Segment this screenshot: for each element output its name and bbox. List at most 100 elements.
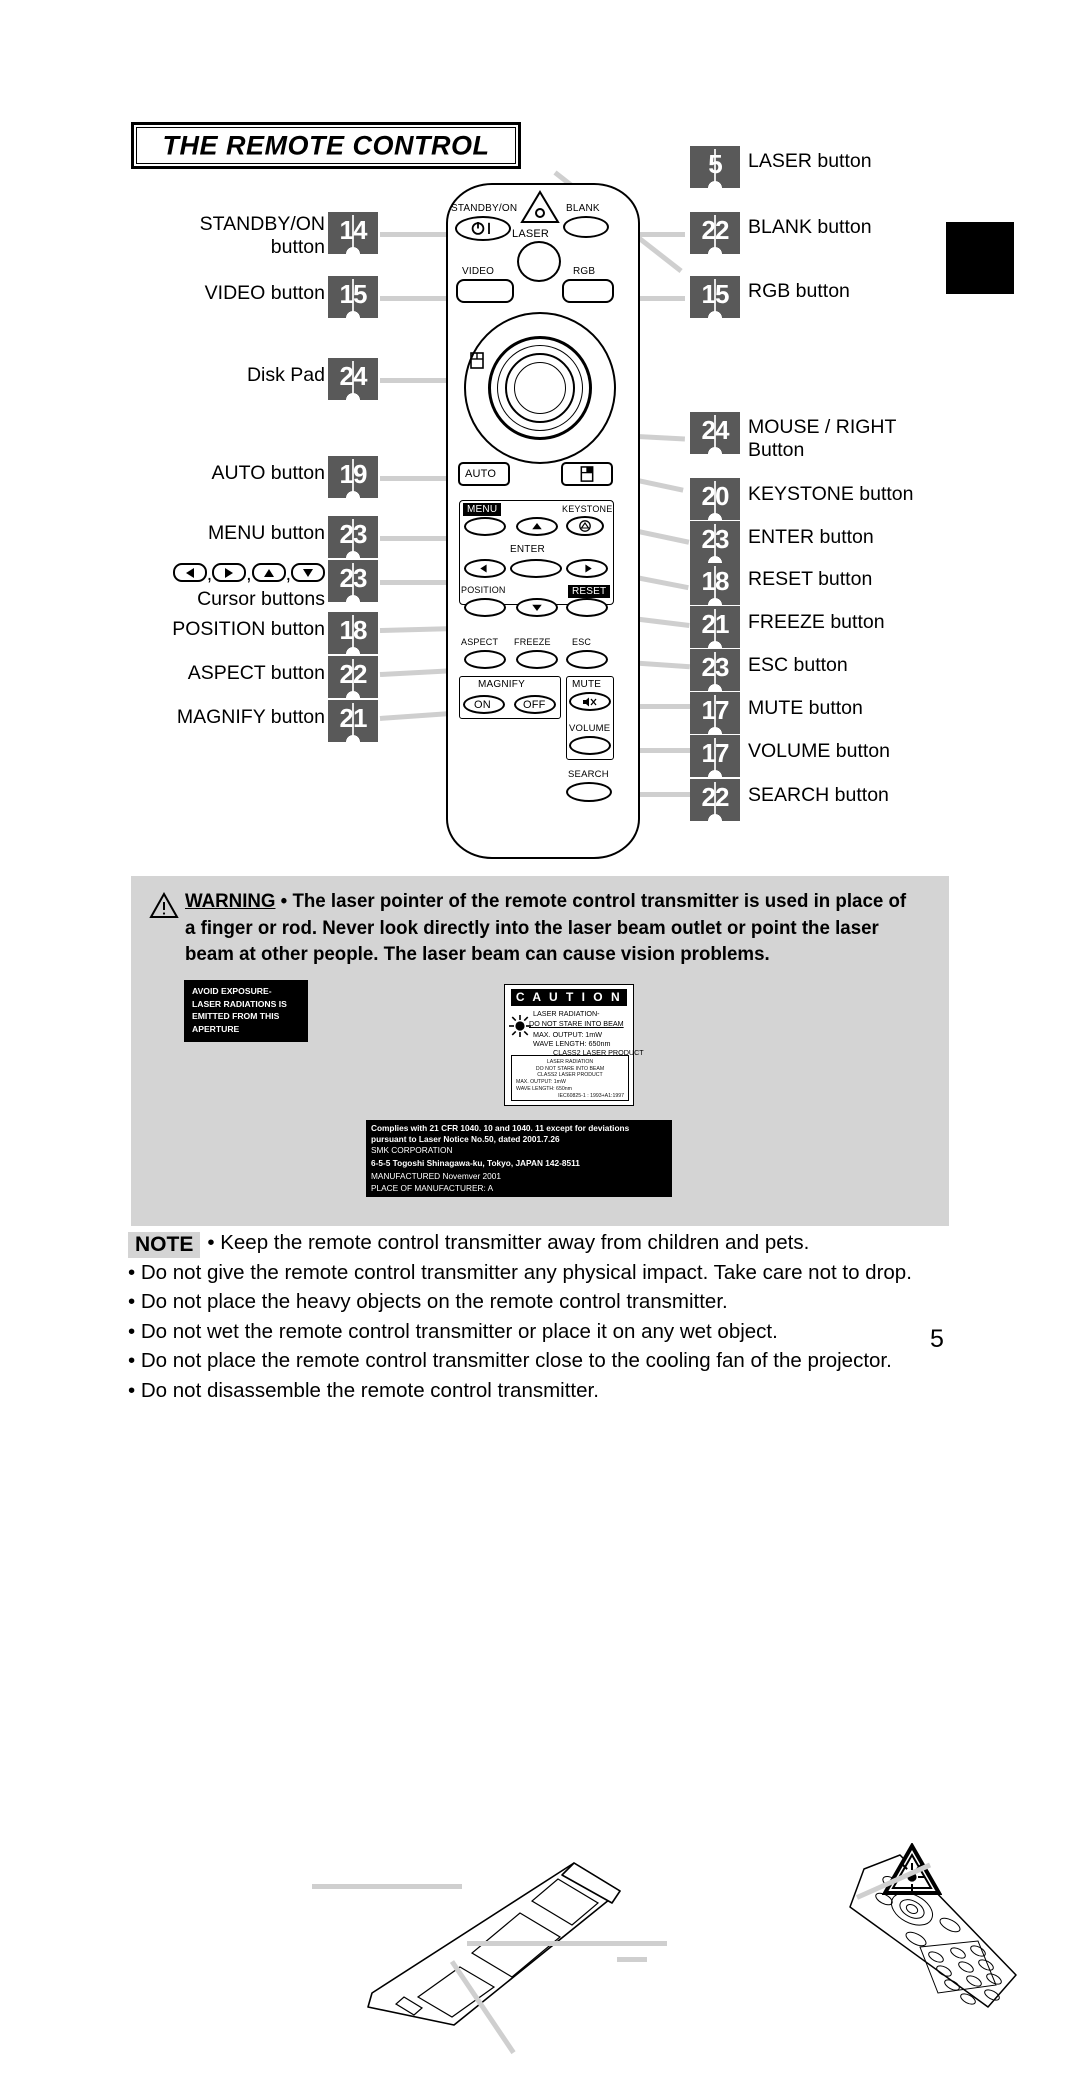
mute-speaker-icon — [583, 697, 597, 707]
caution-inner-label: LASER RADIATION DO NOT STARE INTO BEAM C… — [511, 1055, 629, 1101]
page-title: THE REMOTE CONTROL — [162, 130, 490, 160]
callout-label-reset: RESET button — [748, 568, 873, 590]
remote-button-cursor-up[interactable] — [516, 517, 558, 536]
page-badge-position[interactable]: 18 — [328, 612, 378, 654]
cursor-up-icon — [251, 563, 286, 583]
remote-button-cursor-left[interactable] — [464, 559, 506, 578]
page-badge-cursor[interactable]: 23 — [328, 560, 378, 602]
remote-button-video[interactable] — [456, 279, 514, 303]
remote-button-enter[interactable] — [510, 559, 562, 578]
laser-warning-triangle-icon — [520, 190, 560, 223]
compliance-label: Complies with 21 CFR 1040. 10 and 1040. … — [366, 1120, 672, 1197]
remote-button-cursor-down[interactable] — [516, 598, 558, 617]
remote-button-esc[interactable] — [566, 650, 608, 669]
note-badge: NOTE — [128, 1231, 201, 1258]
caution-heading: C A U T I O N — [511, 989, 627, 1006]
mouse-icon — [470, 352, 484, 369]
cursor-glyph-row: , , , — [155, 563, 325, 586]
note-item-0: • Keep the remote control transmitter aw… — [207, 1231, 810, 1254]
page-badge-magnify[interactable]: 21 — [328, 700, 378, 742]
callout-label-volume: VOLUME button — [748, 740, 890, 762]
page-badge-mute[interactable]: 17 — [690, 692, 740, 734]
remote-button-volume[interactable] — [569, 736, 611, 755]
remote-label-standby-on: STANDBY/ON — [451, 203, 518, 214]
remote-label-keystone: KEYSTONE — [562, 504, 613, 514]
remote-label-reset: RESET — [568, 585, 611, 598]
page-badge-laser[interactable]: 5 — [690, 146, 740, 188]
remote-label-blank: BLANK — [566, 203, 600, 214]
page-badge-blank[interactable]: 22 — [690, 212, 740, 254]
callout-label-position: POSITION button — [172, 618, 325, 640]
page-badge-enter[interactable]: 23 — [690, 521, 740, 563]
callout-label-standby-on: STANDBY/ON button — [199, 213, 325, 258]
caution-label: C A U T I O N LASER RADIATION- DO NOT ST… — [504, 984, 644, 1106]
inner-line-2: DO NOT STARE INTO BEAM — [535, 1065, 605, 1072]
page-title-box: THE REMOTE CONTROL — [131, 122, 521, 169]
page-badge-menu[interactable]: 23 — [328, 516, 378, 558]
caution-line-3: MAX. OUTPUT: 1mW — [533, 1030, 603, 1039]
remote-button-laser[interactable] — [517, 241, 561, 282]
page-badge-disk-pad[interactable]: 24 — [328, 358, 378, 400]
callout-label-search: SEARCH button — [748, 784, 889, 806]
inner-line-1: LASER RADIATION — [546, 1059, 594, 1065]
compliance-line-1: Complies with 21 CFR 1040. 10 and 1040. … — [371, 1123, 630, 1133]
mouse-right-icon — [580, 466, 594, 482]
compliance-line-2: pursuant to Laser Notice No.50, dated 20… — [371, 1134, 560, 1144]
remote-label-magnify-off: OFF — [523, 699, 546, 711]
callout-label-menu: MENU button — [207, 522, 325, 544]
callout-label-laser: LASER button — [748, 150, 872, 172]
figure-leader-caution-2 — [617, 1957, 647, 1962]
remote-label-rgb: RGB — [573, 266, 596, 277]
page-badge-reset[interactable]: 18 — [690, 563, 740, 605]
power-icon — [471, 222, 490, 235]
note-item-3: • Do not wet the remote control transmit… — [128, 1319, 778, 1343]
remote-button-cursor-right[interactable] — [566, 559, 608, 578]
callout-label-enter: ENTER button — [748, 526, 874, 548]
page-badge-auto[interactable]: 19 — [328, 456, 378, 498]
page-badge-search[interactable]: 22 — [690, 779, 740, 821]
warning-heading: WARNING — [185, 890, 276, 912]
remote-label-esc: ESC — [572, 637, 592, 647]
remote-label-laser: LASER — [512, 228, 550, 240]
keystone-icon — [579, 520, 591, 532]
page-badge-rgb[interactable]: 15 — [690, 276, 740, 318]
page-badge-video[interactable]: 15 — [328, 276, 378, 318]
remote-button-aspect[interactable] — [464, 650, 506, 669]
compliance-line-6: PLACE OF MANUFACTURER: A — [371, 1183, 494, 1193]
remote-button-rgb[interactable] — [562, 279, 614, 303]
page-badge-volume[interactable]: 17 — [690, 735, 740, 777]
page-badge-mouse-right[interactable]: 24 — [690, 412, 740, 454]
remote-button-blank[interactable] — [563, 216, 609, 238]
caution-line-4: WAVE LENGTH: 650nm — [533, 1039, 611, 1048]
remote-button-position[interactable] — [464, 598, 506, 617]
remote-label-mute: MUTE — [572, 679, 602, 690]
aperture-warning-label: AVOID EXPOSURE- LASER RADIATIONS IS EMIT… — [184, 980, 308, 1042]
cursor-down-icon — [291, 563, 325, 583]
remote-button-reset[interactable] — [566, 598, 608, 617]
remote-button-menu[interactable] — [464, 517, 506, 536]
thumb-index-tab — [946, 222, 1014, 294]
compliance-line-4: 6-5-5 Togoshi Shinagawa-ku, Tokyo, JAPAN… — [371, 1158, 580, 1168]
note-item-1: • Do not give the remote control transmi… — [128, 1260, 912, 1284]
callout-label-freeze: FREEZE button — [748, 611, 885, 633]
page-badge-esc[interactable]: 23 — [690, 649, 740, 691]
note-item-5: • Do not disassemble the remote control … — [128, 1378, 599, 1402]
remote-label-freeze: FREEZE — [514, 637, 551, 647]
note-item-4: • Do not place the remote control transm… — [128, 1349, 892, 1373]
remote-button-freeze[interactable] — [516, 650, 558, 669]
page-number: 5 — [930, 1325, 944, 1353]
disk-pad-inner-ring[interactable] — [514, 362, 566, 414]
callout-label-magnify: MAGNIFY button — [176, 706, 325, 728]
cursor-left-icon — [172, 563, 207, 583]
callout-label-cursor: Cursor buttons — [197, 588, 325, 610]
remote-button-search[interactable] — [566, 782, 612, 802]
compliance-line-3: SMK CORPORATION — [371, 1145, 453, 1155]
remote-label-magnify-on: ON — [474, 699, 491, 711]
inner-line-6: IEC60825-1 : 1993+A1:1997 — [558, 1092, 624, 1099]
page-badge-keystone[interactable]: 20 — [690, 478, 740, 520]
page-badge-standby-on[interactable]: 14 — [328, 212, 378, 254]
remote-label-search: SEARCH — [568, 769, 609, 780]
page-badge-aspect[interactable]: 22 — [328, 656, 378, 698]
page-badge-freeze[interactable]: 21 — [690, 606, 740, 648]
callout-label-mute: MUTE button — [748, 697, 863, 719]
